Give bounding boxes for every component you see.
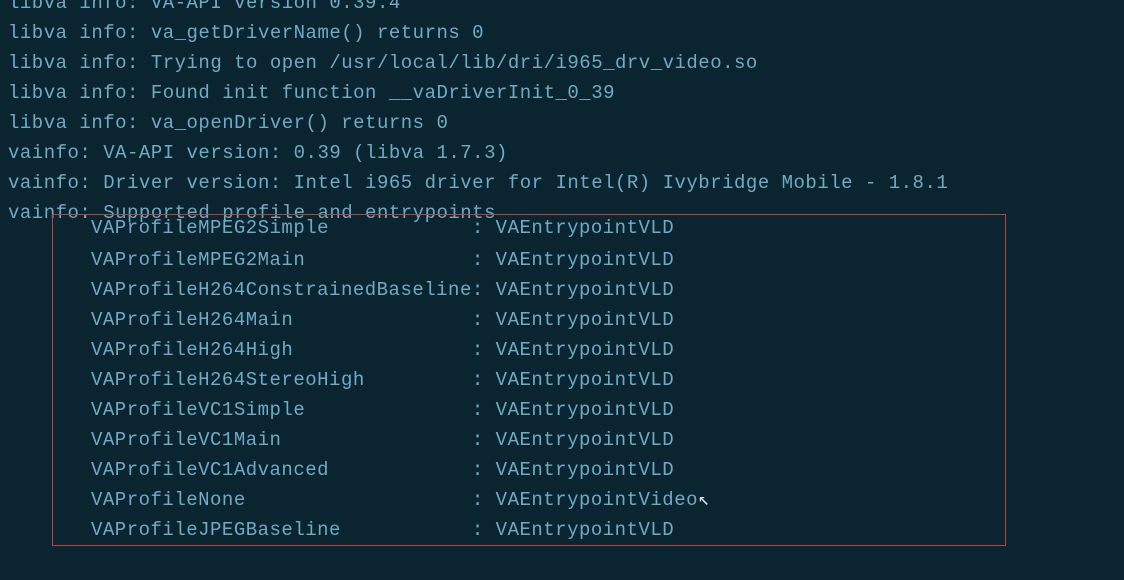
separator: :: [472, 309, 484, 331]
profile-name: VAProfileH264ConstrainedBaseline: [91, 279, 472, 301]
log-line: vainfo: VA-API version: 0.39 (libva 1.7.…: [8, 138, 1116, 168]
log-line: libva info: Trying to open /usr/local/li…: [8, 48, 1116, 78]
terminal-output: error: can't connect to X server! libva …: [0, 0, 1124, 546]
profile-row: VAProfileVC1Simple : VAEntrypointVLD: [53, 395, 1005, 425]
profile-row: VAProfileMPEG2Main : VAEntrypointVLD: [53, 245, 1005, 275]
profile-name: VAProfileH264StereoHigh: [91, 369, 472, 391]
separator: :: [472, 489, 484, 511]
separator: :: [472, 519, 484, 541]
log-line: libva info: va_openDriver() returns 0: [8, 108, 1116, 138]
separator: :: [472, 399, 484, 421]
profile-row: VAProfileMPEG2Simple : VAEntrypointVLD: [53, 213, 1005, 243]
profile-name: VAProfileH264High: [91, 339, 472, 361]
entrypoint: VAEntrypointVLD: [484, 339, 674, 361]
separator: :: [472, 369, 484, 391]
separator: :: [472, 339, 484, 361]
log-line: libva info: VA-API version 0.39.4: [8, 0, 1116, 18]
separator: :: [472, 279, 484, 301]
profile-row: VAProfileH264High : VAEntrypointVLD: [53, 335, 1005, 365]
profile-row: VAProfileVC1Main : VAEntrypointVLD: [53, 425, 1005, 455]
cursor-pointer-icon: ↖: [698, 485, 710, 515]
profile-name: VAProfileJPEGBaseline: [91, 519, 472, 541]
log-line: vainfo: Driver version: Intel i965 drive…: [8, 168, 1116, 198]
profile-row: VAProfileH264StereoHigh : VAEntrypointVL…: [53, 365, 1005, 395]
entrypoint: VAEntrypointVLD: [484, 399, 674, 421]
profile-row: VAProfileH264ConstrainedBaseline: VAEntr…: [53, 275, 1005, 305]
log-line: libva info: va_getDriverName() returns 0: [8, 18, 1116, 48]
log-line: libva info: Found init function __vaDriv…: [8, 78, 1116, 108]
profile-name: VAProfileMPEG2Main: [91, 249, 472, 271]
separator: :: [472, 459, 484, 481]
entrypoint: VAEntrypointVLD: [484, 459, 674, 481]
profile-name: VAProfileMPEG2Simple: [91, 217, 472, 239]
entrypoint: VAEntrypointVLD: [484, 309, 674, 331]
profile-row: VAProfileH264Main : VAEntrypointVLD: [53, 305, 1005, 335]
entrypoint: VAEntrypointVLD: [484, 279, 674, 301]
separator: :: [472, 429, 484, 451]
entrypoint: VAEntrypointVLD: [484, 369, 674, 391]
profile-row: VAProfileJPEGBaseline : VAEntrypointVLD: [53, 515, 1005, 545]
entrypoint: VAEntrypointVLD: [484, 249, 674, 271]
entrypoint: VAEntrypointVLD: [484, 429, 674, 451]
profile-name: VAProfileVC1Simple: [91, 399, 472, 421]
separator: :: [472, 249, 484, 271]
profile-name: VAProfileVC1Main: [91, 429, 472, 451]
entrypoint: VAEntrypointVLD: [484, 519, 674, 541]
profile-name: VAProfileNone: [91, 489, 472, 511]
separator: :: [472, 217, 484, 239]
profile-name: VAProfileVC1Advanced: [91, 459, 472, 481]
entrypoint: VAEntrypointVLD: [484, 217, 674, 239]
entrypoint: VAEntrypointVideo: [484, 489, 698, 511]
profile-name: VAProfileH264Main: [91, 309, 472, 331]
profile-row: VAProfileVC1Advanced : VAEntrypointVLD: [53, 455, 1005, 485]
highlighted-region: VAProfileMPEG2Simple : VAEntrypointVLD V…: [52, 214, 1006, 546]
profile-row: VAProfileNone : VAEntrypointVideo↖: [53, 485, 1005, 515]
